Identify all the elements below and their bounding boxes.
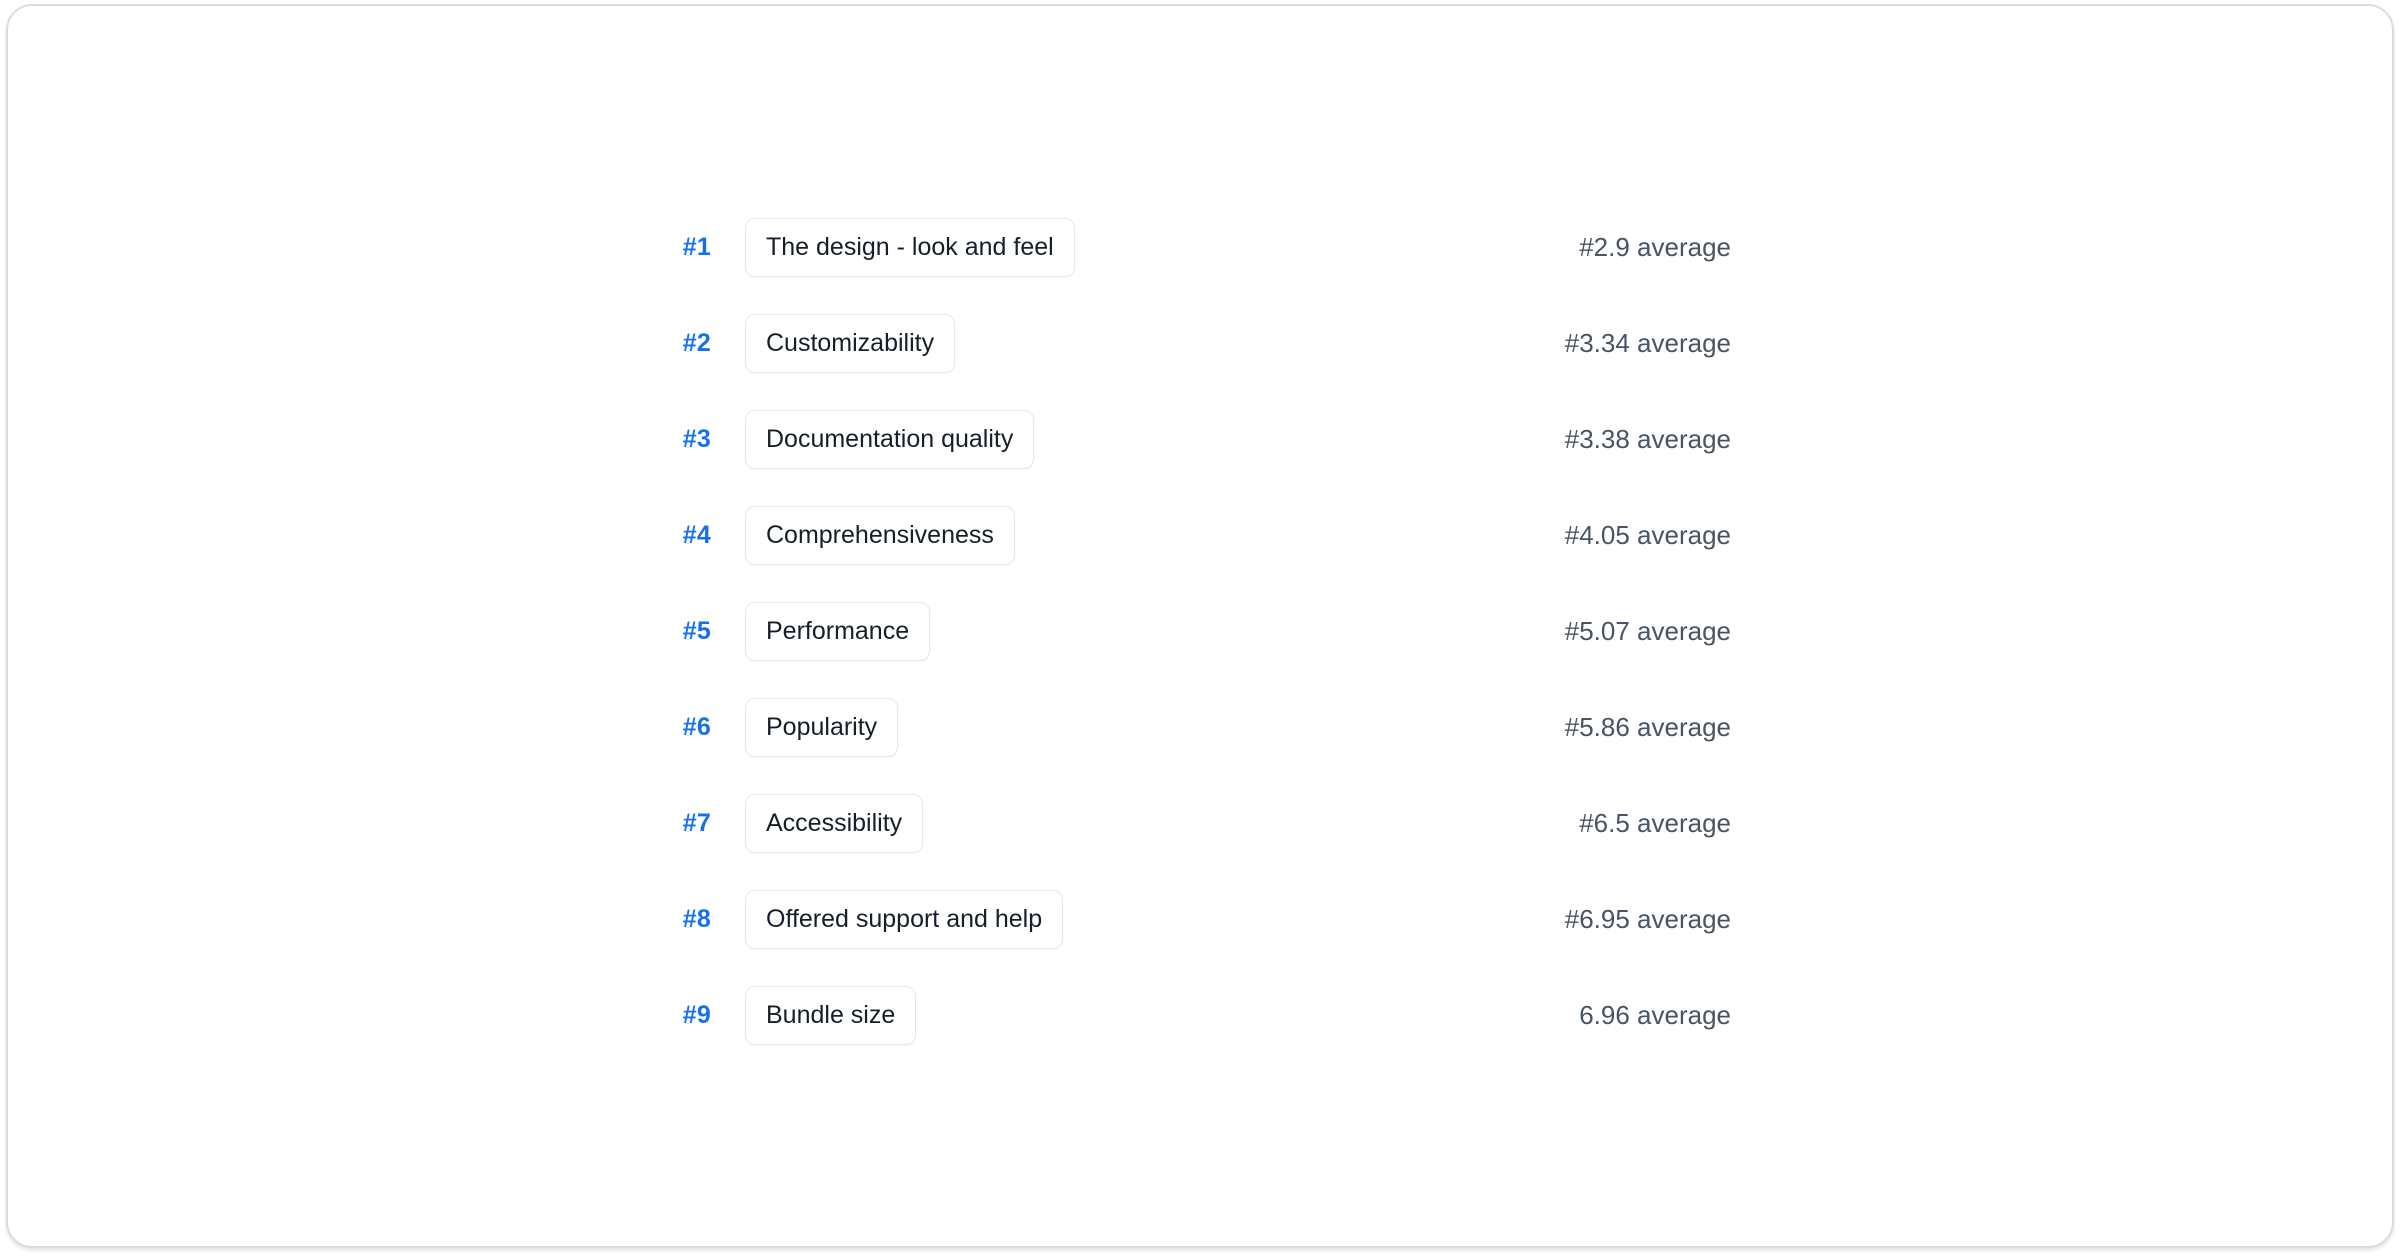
option-label-box: Comprehensiveness	[745, 506, 1015, 565]
average-value: #3.34 average	[1565, 328, 1731, 359]
rank-number: #2	[669, 329, 711, 358]
rank-number: #4	[669, 521, 711, 550]
option-label-box: The design - look and feel	[745, 218, 1075, 277]
ranking-row: #7 Accessibility #6.5 average	[669, 775, 1731, 871]
average-value: #2.9 average	[1579, 232, 1731, 263]
results-card: #1 The design - look and feel #2.9 avera…	[6, 4, 2394, 1248]
option-label-box: Accessibility	[745, 794, 923, 853]
ranking-row: #9 Bundle size 6.96 average	[669, 967, 1731, 1063]
ranking-row: #1 The design - look and feel #2.9 avera…	[669, 199, 1731, 295]
rank-number: #5	[669, 617, 711, 646]
ranking-row: #2 Customizability #3.34 average	[669, 295, 1731, 391]
average-value: #4.05 average	[1565, 520, 1731, 551]
average-value: 6.96 average	[1579, 1000, 1731, 1031]
rank-number: #6	[669, 713, 711, 742]
rank-number: #7	[669, 809, 711, 838]
rank-number: #9	[669, 1001, 711, 1030]
option-label-box: Documentation quality	[745, 410, 1034, 469]
average-value: #3.38 average	[1565, 424, 1731, 455]
rank-number: #8	[669, 905, 711, 934]
option-label-box: Popularity	[745, 698, 898, 757]
average-value: #6.5 average	[1579, 808, 1731, 839]
ranking-row: #3 Documentation quality #3.38 average	[669, 391, 1731, 487]
rank-number: #3	[669, 425, 711, 454]
ranking-row: #5 Performance #5.07 average	[669, 583, 1731, 679]
ranking-row: #4 Comprehensiveness #4.05 average	[669, 487, 1731, 583]
average-value: #6.95 average	[1565, 904, 1731, 935]
average-value: #5.86 average	[1565, 712, 1731, 743]
average-value: #5.07 average	[1565, 616, 1731, 647]
option-label-box: Performance	[745, 602, 930, 661]
option-label-box: Customizability	[745, 314, 955, 373]
ranking-results-list: #1 The design - look and feel #2.9 avera…	[669, 199, 1731, 1063]
option-label-box: Offered support and help	[745, 890, 1063, 949]
rank-number: #1	[669, 233, 711, 262]
option-label-box: Bundle size	[745, 986, 916, 1045]
ranking-row: #8 Offered support and help #6.95 averag…	[669, 871, 1731, 967]
ranking-row: #6 Popularity #5.86 average	[669, 679, 1731, 775]
